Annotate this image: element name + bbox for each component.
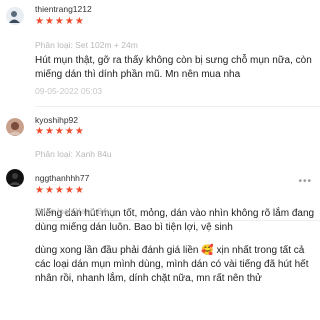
avatar[interactable] xyxy=(6,7,24,25)
avatar[interactable] xyxy=(6,169,24,187)
divider xyxy=(35,106,320,107)
rating-stars: ★★★★★ xyxy=(35,126,85,137)
review-variant: Phân loại: Xanh 84u xyxy=(35,149,112,159)
avatar-image xyxy=(6,169,24,187)
review-variant: Phân loại: Set 102m + 24m xyxy=(35,40,138,50)
avatar[interactable] xyxy=(6,118,24,136)
review-username[interactable]: thientrang1212 xyxy=(35,4,92,14)
avatar-image xyxy=(6,118,24,136)
review-comment: Hút mụn thật, gỡ ra thấy không còn bị sư… xyxy=(35,55,312,80)
review-comment: dùng xong lần đầu phải đánh giá liền 🥰 x… xyxy=(35,245,309,284)
avatar-image xyxy=(6,7,24,25)
more-options-icon[interactable]: ••• xyxy=(298,177,312,187)
review-date: 09-05-2022 05:03 xyxy=(35,86,103,96)
rating-stars: ★★★★★ xyxy=(35,185,85,196)
review-variant: Phân loại: Xanh 84u xyxy=(35,206,112,216)
review-username[interactable]: kyoshihp92 xyxy=(35,115,78,125)
divider xyxy=(35,220,320,221)
rating-stars: ★★★★★ xyxy=(35,16,85,27)
review-username[interactable]: nggthanhhh77 xyxy=(35,173,89,183)
